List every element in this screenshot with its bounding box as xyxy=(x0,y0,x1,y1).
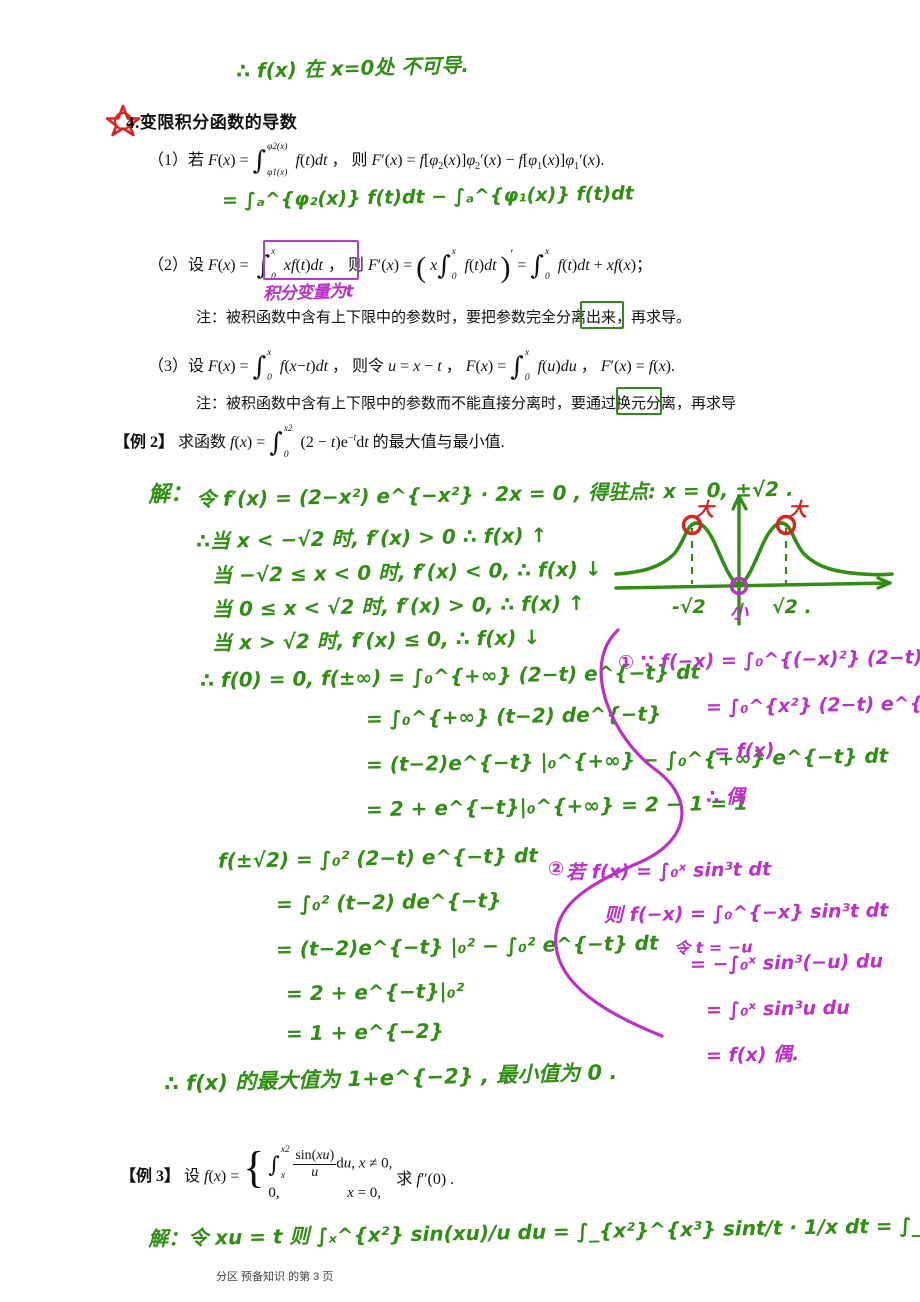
item-2-line: （2）设 F(x) = ∫ x 0 xf(t)dt ， 则 F′(x) = ( x∫… xyxy=(148,246,653,284)
handwriting-purple-1-line-2: = ∫₀^{x²} (2−t) e^{−t} dt xyxy=(705,692,920,719)
handwriting-item2-note: 积分变量为t xyxy=(262,281,354,305)
example-2-line: 【例 2】 求函数 f(x) = ∫ x2 0 (2 − t)e−tdt 的最大值与… xyxy=(114,423,505,460)
handwriting-sol-line-4: 当 0 ≤ x < √2 时, f′(x) > 0, ∴ f(x) ↑ xyxy=(211,590,585,622)
handwriting-sol-line-13: = 2 + e^{−t}|₀² xyxy=(285,978,465,1006)
item-3-line: （3）设 F(x) = ∫ x 0 f(x−t)dt ， 则令 u = x − t … xyxy=(148,347,675,384)
example-2-label: 【例 2】 xyxy=(114,434,175,451)
graph-max-label-right: 大 xyxy=(788,499,808,521)
handwriting-purple-2-line-5: = f(x) 偶. xyxy=(705,1043,800,1067)
handwriting-sol-line-2: ∴当 x < −√2 时, f′(x) > 0 ∴ f(x) ↑ xyxy=(195,522,548,554)
notebook-page: ∴ f(x) 在 x=0处 不可导. 4.变限积分函数的导数 （1）若 F(x)… xyxy=(0,0,920,1302)
handwriting-example3-solution: 解：令 xu = t 则 ∫ₓ^{x²} sin(xu)/u du = ∫_{x… xyxy=(147,1209,920,1251)
handwriting-purple-2-line-3: = −∫₀ˣ sin³(−u) du xyxy=(689,950,884,976)
function-graph-sketch xyxy=(614,494,894,626)
handwriting-purple-2-line-4: = ∫₀ˣ sin³u du xyxy=(705,996,851,1022)
item-1-rhs: 则 F′(x) = f[φ2(x)]φ2′(x) − f[φ1(x)]φ1′(x… xyxy=(351,152,605,173)
note-2: 注：被积函数中含有上下限中的参数时，要把参数完全分离出来，再求导。 xyxy=(196,310,692,326)
example-3-label: 【例 3】 xyxy=(120,1167,181,1185)
handwriting-item1: = ∫ₐ^{φ₂(x)} f(t)dt − ∫ₐ^{φ₁(x)} f(t)dt xyxy=(221,182,635,212)
handwriting-sol-line-10: f(±√2) = ∫₀² (2−t) e^{−t} dt xyxy=(217,843,538,873)
page-title: 4.变限积分函数的导数 xyxy=(126,113,298,132)
handwriting-purple-2-line-0: 若 f(x) = ∫₀ˣ sin³t dt xyxy=(565,858,772,884)
handwriting-sol-line-3: 当 −√2 ≤ x < 0 时, f′(x) < 0, ∴ f(x) ↓ xyxy=(211,556,602,588)
item-1-label: （1）若 xyxy=(148,152,205,169)
note-3: 注：被积函数中含有上下限中的参数而不能直接分离时，要通过换元分离，再求导 xyxy=(196,396,737,412)
graph-xtick-left: -√2 xyxy=(672,596,706,618)
handwriting-top-note: ∴ f(x) 在 x=0处 不可导. xyxy=(235,52,470,84)
handwriting-purple-2-marker: ② xyxy=(547,857,565,881)
handwriting-sol-line-14: = 1 + e^{−2} xyxy=(285,1018,444,1046)
item-2-label: （2）设 xyxy=(148,257,205,274)
item-1-line: （1）若 F(x) = ∫ φ2(x) φ1(x) f(t)dt ， 则 F′(x)… xyxy=(148,140,605,179)
handwriting-purple-1-line-3: = f(x) xyxy=(713,739,775,763)
graph-xtick-right: √2 . xyxy=(772,596,812,618)
handwriting-purple-2-line-1: 则 f(−x) = ∫₀^{−x} sin³t dt xyxy=(603,899,889,927)
graph-max-label-left: 大 xyxy=(695,499,715,521)
handwriting-solution-label: 解： xyxy=(147,481,193,508)
handwriting-sol-line-5: 当 x > √2 时, f′(x) ≤ 0, ∴ f(x) ↓ xyxy=(211,625,541,655)
purple-divider-curve xyxy=(554,628,684,1038)
page-footer: 分区 预备知识 的第 3 页 xyxy=(216,1271,334,1283)
example-3-line: 【例 3】 设 f(x) = { ∫ x2 x sin(xu) u du, x ≠ 0,… xyxy=(120,1142,455,1202)
item-3-label: （3）设 xyxy=(148,358,205,375)
handwriting-purple-1-line-4: ∴ 偶 xyxy=(705,785,746,809)
handwriting-sol-line-11: = ∫₀² (t−2) de^{−t} xyxy=(275,888,502,916)
graph-min-label: 小 xyxy=(730,602,748,623)
